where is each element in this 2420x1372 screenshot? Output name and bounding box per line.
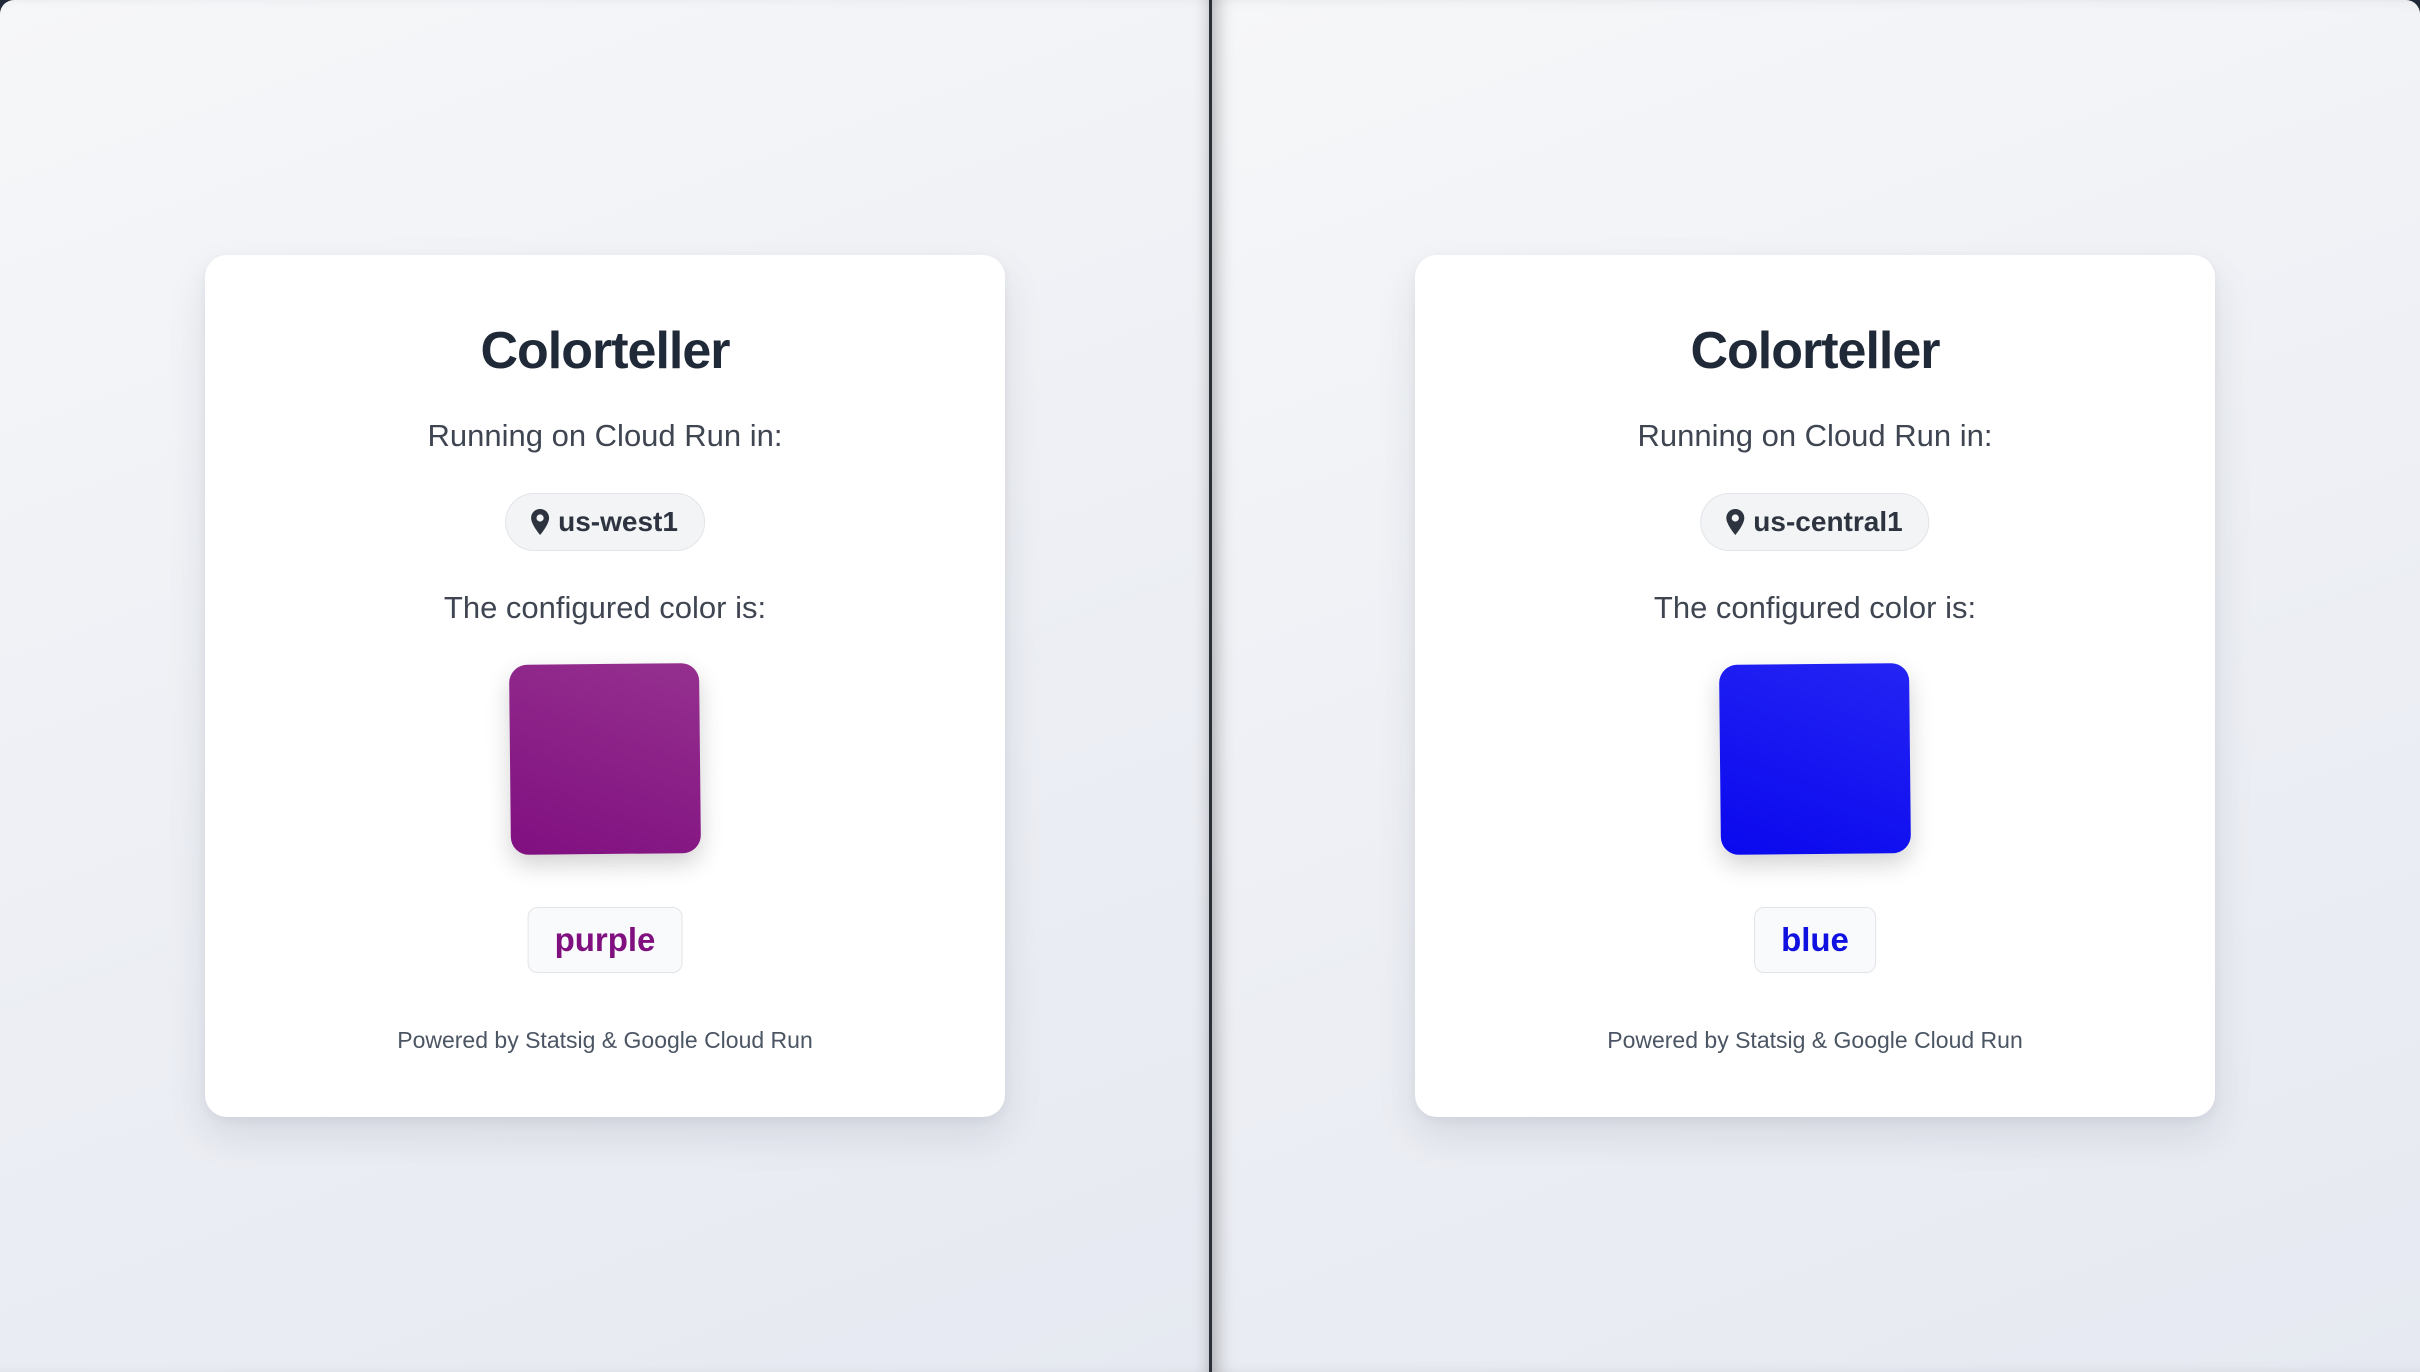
browser-window-left: Colorteller Running on Cloud Run in: us-…: [0, 0, 1210, 1372]
configured-color-label: The configured color is:: [443, 590, 767, 625]
region-name: us-central1: [1753, 506, 1903, 537]
color-swatch: [509, 663, 701, 855]
map-pin-icon: [530, 508, 550, 536]
region-badge: us-central1: [1700, 493, 1930, 551]
region-name: us-west1: [558, 506, 678, 537]
page-title: Colorteller: [1690, 322, 1940, 380]
map-pin-icon: [1725, 508, 1745, 536]
running-label: Running on Cloud Run in:: [427, 418, 783, 453]
configured-color-label: The configured color is:: [1653, 590, 1977, 625]
region-badge: us-west1: [505, 493, 705, 551]
color-name-badge: blue: [1754, 907, 1876, 973]
footer-text: Powered by Statsig & Google Cloud Run: [397, 1027, 813, 1053]
color-name: blue: [1781, 921, 1849, 958]
split-screen: Colorteller Running on Cloud Run in: us-…: [0, 0, 2420, 1372]
page-title: Colorteller: [480, 322, 730, 380]
colorteller-card: Colorteller Running on Cloud Run in: us-…: [1415, 255, 2215, 1117]
colorteller-card: Colorteller Running on Cloud Run in: us-…: [205, 255, 1005, 1117]
color-name-badge: purple: [527, 907, 683, 973]
footer-text: Powered by Statsig & Google Cloud Run: [1607, 1027, 2023, 1053]
browser-window-right: Colorteller Running on Cloud Run in: us-…: [1212, 0, 2420, 1372]
color-swatch: [1719, 663, 1911, 855]
color-name: purple: [554, 921, 656, 958]
running-label: Running on Cloud Run in:: [1637, 418, 1993, 453]
